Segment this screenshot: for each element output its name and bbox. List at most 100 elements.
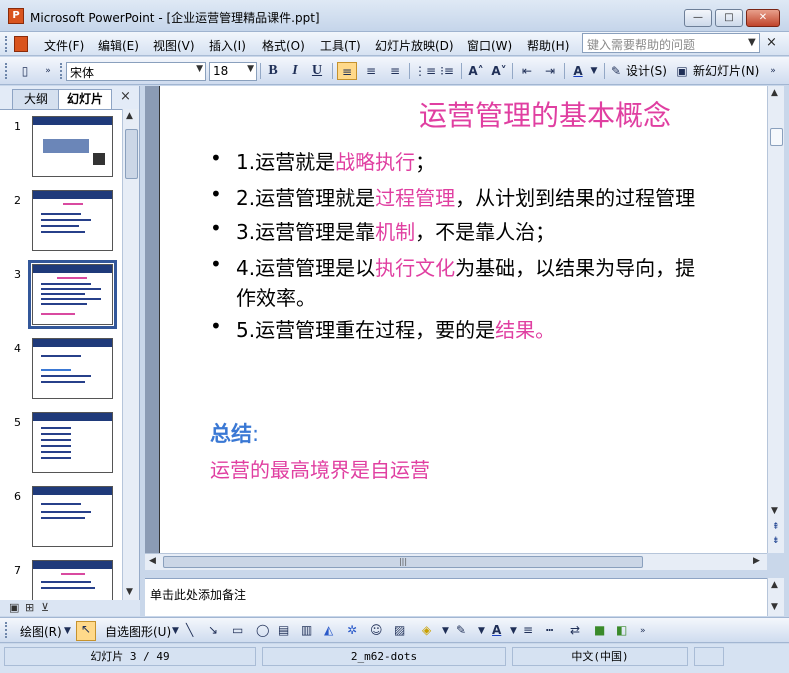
scroll-thumb[interactable]: ||| <box>163 556 643 568</box>
help-dropdown-icon[interactable]: ▼ <box>748 37 756 48</box>
tab-outline[interactable]: 大纲 <box>12 89 60 109</box>
bullets-icon[interactable]: ⁝≡ <box>437 62 457 80</box>
menu-slideshow[interactable]: 幻灯片放映(D) <box>375 37 454 54</box>
shadow-icon[interactable]: ■ <box>594 623 605 637</box>
menu-view[interactable]: 视图(V) <box>153 37 195 54</box>
slide-thumbnail-5[interactable] <box>32 412 113 473</box>
menu-window[interactable]: 窗口(W) <box>467 37 512 54</box>
font-size-select[interactable]: 18 ▼ <box>209 62 257 81</box>
maximize-button[interactable]: □ <box>715 9 743 27</box>
line-color-icon[interactable]: ✎ <box>456 623 466 637</box>
design-button[interactable]: 设计(S) <box>626 62 667 79</box>
menu-insert[interactable]: 插入(I) <box>209 37 246 54</box>
font-color-icon[interactable]: A <box>492 623 501 637</box>
vertical-textbox-icon[interactable]: ▥ <box>301 623 312 637</box>
slide-scrollbar[interactable]: ▲ ▼ ⇞ ⇟ <box>767 86 784 553</box>
menu-format[interactable]: 格式(O) <box>262 37 305 54</box>
design-icon[interactable]: ✎ <box>609 62 623 80</box>
3d-style-icon[interactable]: ◧ <box>616 623 627 637</box>
autoshapes-button[interactable]: 自选图形(U) <box>105 623 171 640</box>
align-left-icon[interactable]: ≡ <box>337 62 357 80</box>
toolbar-options-icon[interactable]: » <box>640 626 646 636</box>
toolbar-grip[interactable] <box>5 36 8 52</box>
slide-thumbnail-1[interactable] <box>32 116 113 177</box>
scroll-thumb[interactable] <box>125 129 138 179</box>
tab-slides[interactable]: 幻灯片 <box>58 89 112 109</box>
draw-menu-button[interactable]: 绘图(R) <box>20 623 62 640</box>
scroll-up-icon[interactable]: ▲ <box>771 580 778 590</box>
new-slide-icon[interactable]: ▣ <box>674 62 690 80</box>
clipart-icon[interactable]: ☺ <box>370 623 383 637</box>
scroll-up-icon[interactable]: ▲ <box>126 111 133 121</box>
close-button[interactable]: ✕ <box>746 9 780 27</box>
powerpoint-icon[interactable]: P <box>8 8 24 24</box>
scroll-right-icon[interactable]: ▶ <box>753 556 760 566</box>
slide-thumbnail-2[interactable] <box>32 190 113 251</box>
notes-pane[interactable]: 单击此处添加备注 <box>145 578 767 616</box>
slide-canvas[interactable]: 运营管理的基本概念 • 1.运营就是战略执行； • 2.运营管理就是过程管理，从计划到… <box>159 86 767 553</box>
close-icon[interactable]: × <box>120 89 131 104</box>
thumbnail-scrollbar[interactable]: ▲ ▼ <box>122 109 139 600</box>
oval-icon[interactable]: ◯ <box>256 623 269 637</box>
toolbar-grip[interactable] <box>5 63 8 79</box>
chevron-down-icon[interactable]: ▼ <box>442 626 449 636</box>
bold-button[interactable]: B <box>264 62 282 80</box>
toolbar-options-icon[interactable]: » <box>766 62 780 80</box>
normal-view-icon[interactable]: ▣ <box>9 601 19 614</box>
arrow-icon[interactable]: ↘ <box>208 623 218 637</box>
scroll-down-icon[interactable]: ▼ <box>771 506 778 516</box>
select-pointer-icon[interactable]: ↖ <box>76 621 96 641</box>
slide-thumbnail-7[interactable] <box>32 560 113 600</box>
chevron-down-icon[interactable]: ▼ <box>172 626 179 636</box>
chevron-down-icon[interactable]: ▼ <box>589 62 599 80</box>
font-name-select[interactable]: 宋体 ▼ <box>66 62 206 81</box>
slideshow-icon[interactable]: ⊻ <box>41 601 49 614</box>
summary-text[interactable]: 运营的最高境界是自运营 <box>210 454 430 483</box>
menu-tools[interactable]: 工具(T) <box>320 37 361 54</box>
new-slide-button[interactable]: 新幻灯片(N) <box>693 62 759 79</box>
font-color-icon[interactable]: A <box>568 62 588 80</box>
scroll-thumb[interactable] <box>770 128 783 146</box>
arrow-style-icon[interactable]: ⇄ <box>570 623 580 637</box>
slide-title[interactable]: 运营管理的基本概念 <box>160 94 767 134</box>
decrease-font-icon[interactable]: A˅ <box>489 62 509 80</box>
italic-button[interactable]: I <box>286 62 304 80</box>
increase-font-icon[interactable]: A˄ <box>466 62 486 80</box>
line-style-icon[interactable]: ≡ <box>523 623 533 637</box>
close-document-button[interactable]: × <box>766 35 777 50</box>
notes-placeholder[interactable]: 单击此处添加备注 <box>150 586 246 603</box>
align-center-icon[interactable]: ≡ <box>361 62 381 80</box>
picture-icon[interactable]: ▨ <box>394 623 405 637</box>
numbering-icon[interactable]: ⋮≡ <box>414 62 436 80</box>
underline-button[interactable]: U <box>308 62 326 80</box>
next-slide-icon[interactable]: ⇟ <box>772 536 780 546</box>
align-right-icon[interactable]: ≡ <box>385 62 405 80</box>
notes-scrollbar[interactable]: ▲ ▼ <box>767 578 784 616</box>
menu-edit[interactable]: 编辑(E) <box>98 37 139 54</box>
chevron-down-icon[interactable]: ▼ <box>478 626 485 636</box>
slide-thumbnail-4[interactable] <box>32 338 113 399</box>
scroll-down-icon[interactable]: ▼ <box>771 602 778 612</box>
summary-label[interactable]: 总结: <box>210 418 259 448</box>
slide-thumbnail-3[interactable] <box>28 260 117 329</box>
increase-indent-icon[interactable]: ⇥ <box>540 62 560 80</box>
minimize-button[interactable]: — <box>684 9 712 27</box>
menu-help[interactable]: 帮助(H) <box>527 37 569 54</box>
textbox-icon[interactable]: ▤ <box>278 623 289 637</box>
chevron-down-icon[interactable]: ▼ <box>64 626 71 636</box>
dash-style-icon[interactable]: ┅ <box>546 623 553 637</box>
scroll-up-icon[interactable]: ▲ <box>771 88 778 98</box>
chevron-down-icon[interactable]: ▼ <box>510 626 517 636</box>
toolbar-options-icon[interactable]: » <box>40 62 56 80</box>
toolbar-grip[interactable] <box>5 622 8 638</box>
help-search-input[interactable]: 键入需要帮助的问题 <box>582 33 760 53</box>
scroll-left-icon[interactable]: ◀ <box>149 556 156 566</box>
slide-sorter-icon[interactable]: ⊞ <box>25 601 34 614</box>
previous-slide-icon[interactable]: ⇞ <box>772 522 780 532</box>
scroll-down-icon[interactable]: ▼ <box>126 587 133 597</box>
line-icon[interactable]: ╲ <box>186 623 193 637</box>
slide-thumbnail-6[interactable] <box>32 486 113 547</box>
fill-color-icon[interactable]: ◈ <box>422 623 431 637</box>
toolbar-grip[interactable] <box>60 63 63 79</box>
decrease-indent-icon[interactable]: ⇤ <box>517 62 537 80</box>
